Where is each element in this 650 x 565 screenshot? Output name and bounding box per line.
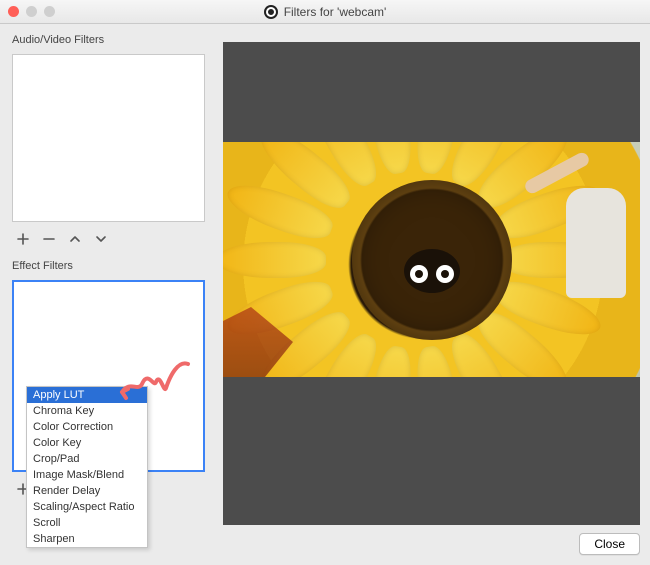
- add-av-filter-button[interactable]: [14, 230, 32, 248]
- close-button[interactable]: Close: [579, 533, 640, 555]
- add-filter-dropdown[interactable]: Apply LUTChroma KeyColor CorrectionColor…: [26, 386, 148, 548]
- zoom-window-icon[interactable]: [44, 6, 55, 17]
- video-preview: [223, 142, 640, 377]
- dropdown-item[interactable]: Render Delay: [27, 483, 147, 499]
- titlebar: Filters for 'webcam': [0, 0, 650, 24]
- preview-area: [223, 42, 640, 525]
- dropdown-item[interactable]: Color Correction: [27, 419, 147, 435]
- effect-filters-label: Effect Filters: [12, 260, 205, 272]
- audio-video-filters-label: Audio/Video Filters: [12, 34, 205, 46]
- dropdown-item[interactable]: Color Key: [27, 435, 147, 451]
- app-icon: [264, 5, 278, 19]
- remove-av-filter-button[interactable]: [40, 230, 58, 248]
- move-av-filter-up-button[interactable]: [66, 230, 84, 248]
- dropdown-item[interactable]: Apply LUT: [27, 387, 147, 403]
- eyes-peeking: [404, 249, 460, 293]
- dropdown-item[interactable]: Chroma Key: [27, 403, 147, 419]
- window-title-text: Filters for 'webcam': [284, 5, 387, 19]
- audio-video-filters-list[interactable]: [12, 54, 205, 222]
- minus-icon: [42, 232, 56, 246]
- chevron-down-icon: [94, 232, 108, 246]
- right-eye: [436, 265, 454, 283]
- left-eye: [410, 265, 428, 283]
- dropdown-item[interactable]: Image Mask/Blend: [27, 467, 147, 483]
- move-av-filter-down-button[interactable]: [92, 230, 110, 248]
- window-title: Filters for 'webcam': [0, 5, 650, 19]
- chevron-up-icon: [68, 232, 82, 246]
- audio-video-filters-buttons: [12, 228, 205, 254]
- close-window-icon[interactable]: [8, 6, 19, 17]
- person-background: [546, 148, 636, 298]
- dropdown-item[interactable]: Scaling/Aspect Ratio: [27, 499, 147, 515]
- sunflower-center: [352, 180, 512, 340]
- dropdown-item[interactable]: Scroll: [27, 515, 147, 531]
- traffic-lights: [8, 6, 55, 17]
- dropdown-item[interactable]: Sharpen: [27, 531, 147, 547]
- right-panel: Close: [215, 24, 650, 565]
- dropdown-item[interactable]: Crop/Pad: [27, 451, 147, 467]
- plus-icon: [16, 232, 30, 246]
- footer: Close: [223, 525, 640, 555]
- minimize-window-icon[interactable]: [26, 6, 37, 17]
